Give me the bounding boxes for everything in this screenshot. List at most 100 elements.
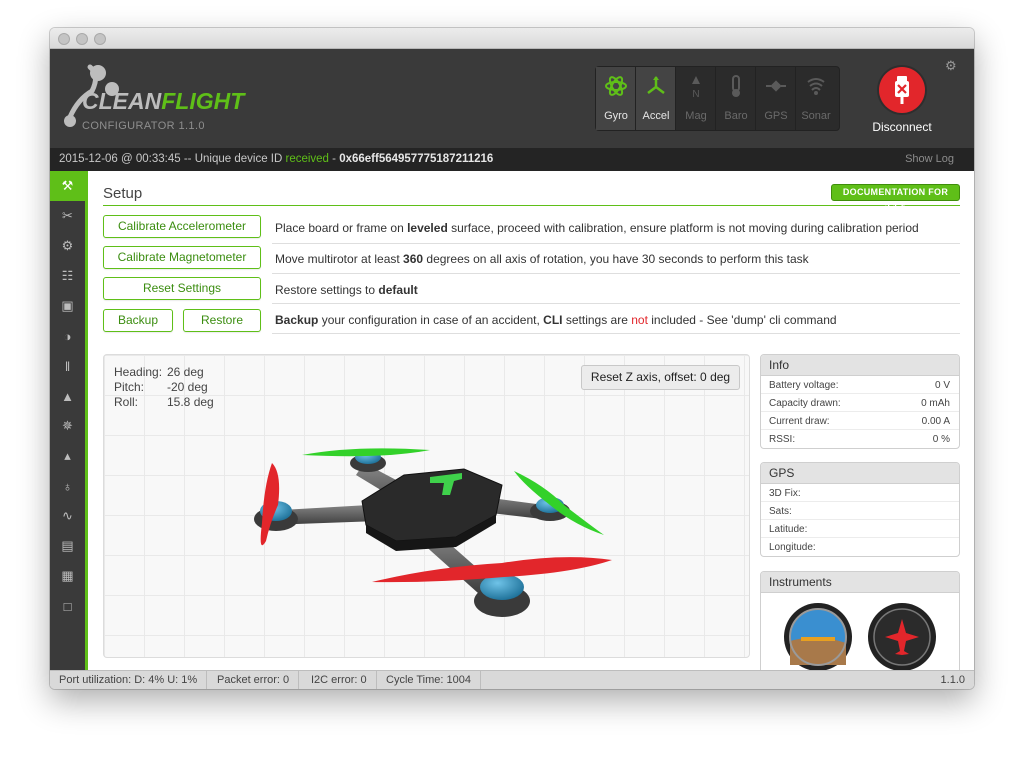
sensor-status-panel: Gyro Accel N Mag Baro GPS Sonar [595,66,840,131]
info-row: Battery voltage: 0 V [761,376,959,394]
reset-settings-button[interactable]: Reset Settings [103,277,261,300]
gps-row: Longitude: [761,538,959,556]
info-panel: Info Battery voltage: 0 V Capacity drawn: 0… [760,354,960,449]
info-row: RSSI: 0 % [761,430,959,448]
bulb-icon: ♁ [62,478,73,494]
info-row-value: 0 % [932,434,950,445]
svg-text:N: N [692,89,699,98]
gps-icon [764,74,788,98]
firmware-version: 1.1.0 [940,674,965,686]
documentation-button[interactable]: DOCUMENTATION FOR 2.1.5 [831,184,960,212]
sensor-accel: Accel [636,67,676,130]
sensor-sonar: Sonar [796,67,836,130]
log-message: 2015-12-06 @ 00:33:45 -- Unique device I… [59,153,494,165]
app-version-label: CONFIGURATOR 1.1.0 [82,120,205,132]
backup-description: Backup your configuration in case of an … [275,313,837,327]
setup-content: Setup DOCUMENTATION FOR 2.1.5 Calibrate … [88,171,974,670]
sidebar-item-dataflash[interactable]: ▦ [50,561,85,591]
calibrate-magnetometer-button[interactable]: Calibrate Magnetometer [103,246,261,269]
title-divider [103,205,960,206]
info-row-label: Current draw: [769,416,830,427]
zoom-window-button[interactable] [94,33,106,45]
cycle-time: Cycle Time: 1004 [377,671,481,689]
sensor-gyro: Gyro [596,67,636,130]
info-row-value: 0 mAh [921,398,950,409]
sensor-baro: Baro [716,67,756,130]
sidebar-item-gps[interactable]: ✵ [50,411,85,441]
sidebar-item-receiver[interactable]: ▣ [50,291,85,321]
restore-button[interactable]: Restore [183,309,261,332]
heading-indicator-icon [868,603,936,670]
instrument-gauges [784,603,936,670]
minimize-window-button[interactable] [76,33,88,45]
row-divider [272,303,960,304]
sidebar-nav: ⚒ ✂ ⚙ ☷ ▣ ◑ ‖ ▲ ✵ ▴ ♁ ∿ ▤ ▦ □ [50,171,88,670]
gps-panel-title: GPS [761,463,959,484]
sensor-gps: GPS [756,67,796,130]
sitemap-icon: ☷ [61,268,74,283]
info-row-label: RSSI: [769,434,796,445]
info-row: Current draw: 0.00 A [761,412,959,430]
backup-button[interactable]: Backup [103,309,173,332]
sidebar-item-ports[interactable]: ☷ [50,261,85,291]
page-title: Setup [103,185,143,202]
gps-panel: GPS 3D Fix: Sats: Latitude: Longitude: [760,462,960,557]
settings-gear-icon[interactable]: ⚙ [945,58,957,74]
header: CLEANFLIGHT CONFIGURATOR 1.1.0 Gyro Accel… [50,49,974,148]
gps-row: 3D Fix: [761,484,959,502]
logo-text: CLEANFLIGHT [82,88,245,114]
gps-row-label: Latitude: [769,524,808,535]
sidebar-item-motors[interactable]: ▴ [50,441,85,471]
gps-row: Latitude: [761,520,959,538]
sidebar-item-led-strip[interactable]: ♁ [50,471,85,501]
disconnect-button[interactable]: Disconnect [865,64,939,144]
sidebar-item-setup[interactable]: ⚒ [50,171,85,201]
motor-icon: ▴ [64,448,71,463]
sensor-label: Mag [685,110,707,122]
sensor-label: Baro [724,110,748,122]
close-window-button[interactable] [58,33,70,45]
sidebar-item-sensors[interactable]: ∿ [50,501,85,531]
robot-icon: ▣ [61,298,74,313]
wrench-icon: ⚒ [61,178,74,193]
accel-icon [644,74,668,98]
gps-row: Sats: [761,502,959,520]
instruments-panel: Instruments [760,571,960,670]
i2c-error: I2C error: 0 [302,671,377,689]
status-bar: Port utilization: D: 4% U: 1% Packet err… [50,670,974,689]
sidebar-item-configuration[interactable]: ⚙ [50,231,85,261]
info-row-label: Capacity drawn: [769,398,841,409]
pulse-icon: ∿ [62,508,73,523]
sensor-label: GPS [764,110,788,122]
reset-description: Restore settings to default [275,283,418,297]
info-panel-title: Info [761,355,959,376]
card-icon: ▤ [61,538,74,553]
model-view: Heading: 26 deg Pitch: -20 deg Roll: 15.… [103,354,750,658]
servo-icon: ▲ [61,388,74,404]
sidebar-item-servos[interactable]: ▲ [50,381,85,411]
packet-error: Packet error: 0 [208,671,300,689]
calibrate-accelerometer-button[interactable]: Calibrate Accelerometer [103,215,261,238]
sidebar-item-modes[interactable]: ◑ [50,321,85,351]
baro-icon [724,74,748,98]
satellite-icon: ✵ [62,418,73,433]
usb-disconnect-icon [879,67,925,113]
window-titlebar [50,28,974,49]
sensor-label: Sonar [801,110,831,122]
log-bar: 2015-12-06 @ 00:33:45 -- Unique device I… [50,148,974,171]
show-log-link[interactable]: Show Log [905,153,954,165]
gps-row-label: Sats: [769,506,792,517]
quadcopter-model-icon [254,448,612,617]
calibrate-mag-description: Move multirotor at least 360 degrees on … [275,252,809,266]
sidebar-item-calibration[interactable]: ✂ [50,201,85,231]
calibrate-acc-description: Place board or frame on leveled surface,… [275,221,919,235]
port-utilization: Port utilization: D: 4% U: 1% [50,671,208,689]
mag-icon: N [684,74,708,100]
sidebar-item-cli[interactable]: □ [50,591,85,621]
sidebar-item-logging[interactable]: ▤ [50,531,85,561]
gps-row-label: 3D Fix: [769,488,801,499]
sensor-label: Gyro [604,110,628,122]
row-divider [272,273,960,274]
sidebar-item-adjustments[interactable]: ‖ [50,351,85,381]
sonar-icon [804,74,828,98]
